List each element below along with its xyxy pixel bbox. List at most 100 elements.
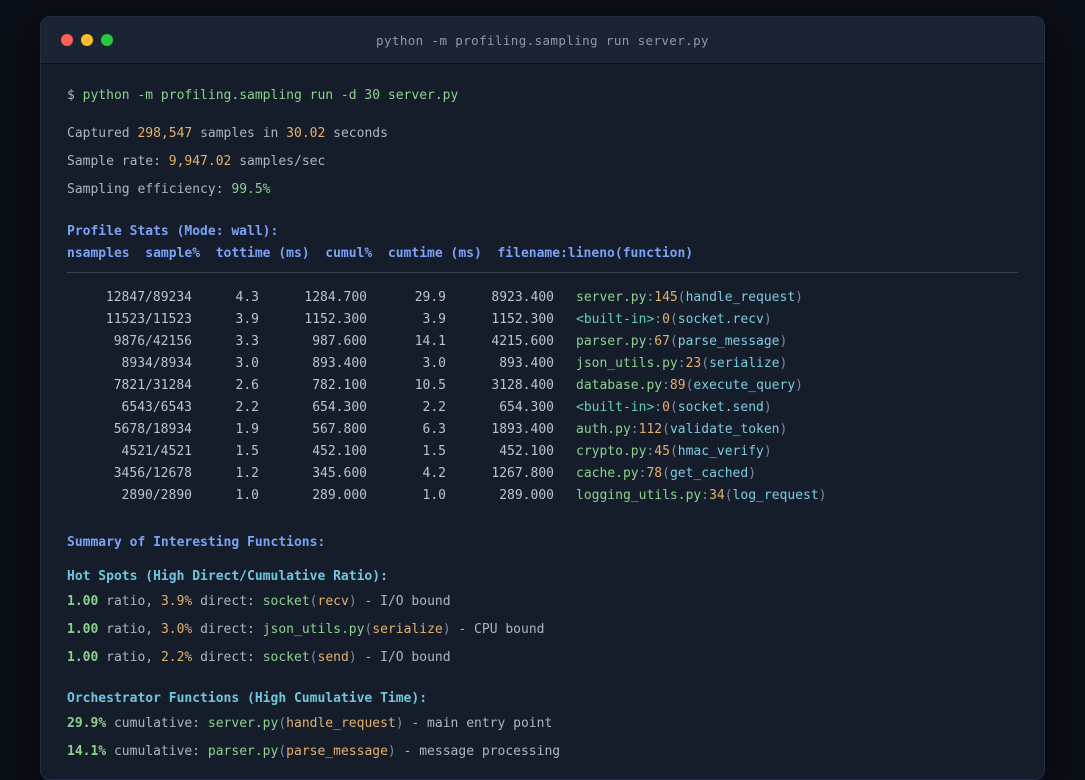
location-cell: <built-in>:0(socket.send) [576,400,772,415]
filename: auth.py [576,422,631,437]
line-number: 145 [654,290,678,305]
function-name: handle_request [685,290,796,305]
function-name: socket.send [677,400,764,415]
nsamples-cell: 5678/18934 [113,422,192,437]
function-name: hmac_verify [677,444,764,459]
sample-pct-cell: 1.2 [235,466,259,481]
sample-pct-cell: 4.3 [235,290,259,305]
hot-spot-line: 1.00 ratio, 2.2% direct: socket(send) - … [67,650,451,665]
location-cell: json_utils.py:23(serialize) [576,356,788,371]
captured-label: Captured [67,126,138,141]
line-number: 112 [638,422,663,437]
orchestrators-heading: Orchestrator Functions (High Cumulative … [67,691,428,706]
sample-pct-cell: 1.0 [235,488,259,503]
samples-count: 298,547 [137,126,193,141]
line-number: 34 [709,488,725,503]
location-cell: <built-in>:0(socket.recv) [576,312,772,327]
location-cell: logging_utils.py:34(log_request) [576,488,827,503]
cumtime-cell: 1893.400 [491,422,554,437]
tottime-cell: 654.300 [312,400,367,415]
cumtime-cell: 289.000 [499,488,554,503]
filename: json_utils.py [576,356,678,371]
line-number: 23 [685,356,702,371]
location-cell: server.py:145(handle_request) [576,290,803,305]
captured-line: Captured 298,547 samples in 30.02 second… [67,126,388,141]
cumul-pct-cell: 6.3 [422,422,446,437]
sample-pct-cell: 3.3 [235,334,259,349]
table-row: 9876/42156 3.3 987.600 14.1 4215.600 par… [67,331,1018,353]
nsamples-cell: 12847/89234 [105,290,192,305]
nsamples-cell: 3456/12678 [113,466,192,481]
nsamples-cell: 9876/42156 [113,334,192,349]
close-button[interactable] [61,34,73,46]
window-titlebar: python -m profiling.sampling run server.… [41,17,1044,64]
function-name: get_cached [669,466,749,481]
cumtime-cell: 1152.300 [491,312,554,327]
cumul-pct-cell: 1.5 [422,444,446,459]
filename: <built-in> [576,400,655,415]
location-cell: crypto.py:45(hmac_verify) [576,444,772,459]
cumul-pct-cell: 3.0 [422,356,446,371]
function-name: socket.recv [677,312,764,327]
function-name: validate_token [669,422,780,437]
table-row: 8934/8934 3.0 893.400 3.0 893.400 json_u… [67,353,1018,375]
orchestrator-line: 29.9% cumulative: server.py(handle_reque… [67,716,553,731]
maximize-button[interactable] [101,34,113,46]
tottime-cell: 1152.300 [304,312,367,327]
sample-pct-cell: 1.5 [235,444,259,459]
cumul-pct-cell: 29.9 [414,290,446,305]
sample-pct-cell: 1.9 [235,422,259,437]
stats-heading: Profile Stats (Mode: wall): [67,224,279,239]
function-name: parse_message [677,334,780,349]
cumtime-cell: 4215.600 [491,334,554,349]
location-cell: database.py:89(execute_query) [576,378,803,393]
line-number: 78 [646,466,663,481]
cumul-pct-cell: 4.2 [422,466,446,481]
line-number: 0 [662,400,670,415]
summary-heading: Summary of Interesting Functions: [67,535,326,550]
window-title: python -m profiling.sampling run server.… [376,32,709,48]
hot-spot-line: 1.00 ratio, 3.0% direct: json_utils.py(s… [67,622,545,637]
minimize-button[interactable] [81,34,93,46]
table-row: 12847/89234 4.3 1284.700 29.9 8923.400 s… [67,287,1018,309]
function-name: execute_query [693,378,796,393]
tottime-cell: 567.800 [312,422,367,437]
orchestrator-line: 14.1% cumulative: parser.py(parse_messag… [67,744,561,759]
rate-value: 9,947.02 [168,154,232,169]
cumul-pct-cell: 14.1 [414,334,446,349]
tottime-cell: 987.600 [312,334,367,349]
stats-column-headers: nsamples sample% tottime (ms) cumul% cum… [67,246,694,261]
table-row: 11523/11523 3.9 1152.300 3.9 1152.300 <b… [67,309,1018,331]
nsamples-cell: 6543/6543 [121,400,192,415]
cumul-pct-cell: 2.2 [422,400,446,415]
filename: logging_utils.py [576,488,702,503]
line-number: 0 [662,312,670,327]
sample-pct-cell: 2.6 [235,378,259,393]
filename: crypto.py [576,444,647,459]
filename: cache.py [576,466,639,481]
line-number: 89 [669,378,686,393]
table-row: 3456/12678 1.2 345.600 4.2 1267.800 cach… [67,463,1018,485]
efficiency-label: Sampling efficiency: [67,182,232,197]
filename: parser.py [576,334,647,349]
terminal-window: python -m profiling.sampling run server.… [40,16,1045,780]
stats-table-body: 12847/89234 4.3 1284.700 29.9 8923.400 s… [67,287,1018,507]
cumtime-cell: 452.100 [499,444,554,459]
nsamples-cell: 4521/4521 [121,444,192,459]
efficiency-line: Sampling efficiency: 99.5% [67,180,1018,200]
table-row: 4521/4521 1.5 452.100 1.5 452.100 crypto… [67,441,1018,463]
tottime-cell: 782.100 [312,378,367,393]
cumul-pct-cell: 1.0 [422,488,446,503]
tottime-cell: 289.000 [312,488,367,503]
sample-pct-cell: 3.0 [235,356,259,371]
table-row: 7821/31284 2.6 782.100 10.5 3128.400 dat… [67,375,1018,397]
line-number: 45 [654,444,670,459]
prompt-symbol: $ [67,88,83,103]
rate-label: Sample rate: [67,154,169,169]
function-name: log_request [732,488,819,503]
function-name: serialize [709,356,780,371]
cumtime-cell: 1267.800 [491,466,554,481]
nsamples-cell: 2890/2890 [121,488,192,503]
table-separator [67,272,1018,273]
cumul-pct-cell: 10.5 [414,378,446,393]
